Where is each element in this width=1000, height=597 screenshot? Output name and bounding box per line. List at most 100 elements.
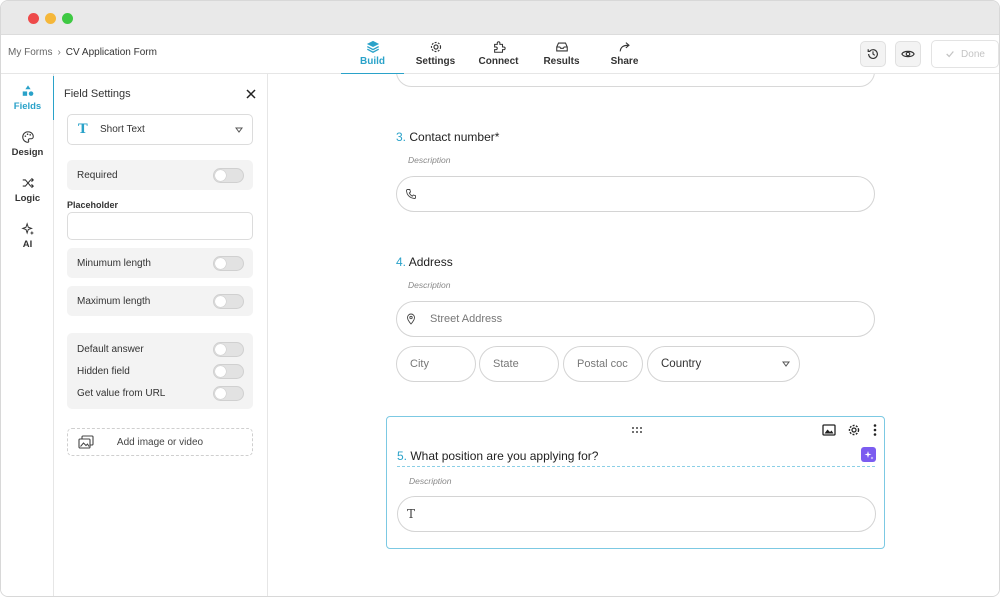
palette-icon — [21, 131, 34, 143]
tab-build[interactable]: Build — [341, 35, 404, 75]
city-placeholder: City — [410, 358, 429, 370]
location-pin-icon — [407, 313, 415, 325]
history-button[interactable] — [860, 41, 886, 67]
short-text-input-icon: T — [407, 507, 416, 521]
gear-icon[interactable] — [847, 423, 861, 437]
hidden-field-label: Hidden field — [77, 366, 130, 377]
panel-title: Field Settings — [64, 88, 131, 100]
close-window-button[interactable] — [28, 13, 39, 24]
rail-ai-label: AI — [22, 239, 33, 250]
breadcrumb-current-form: CV Application Form — [65, 47, 157, 58]
state-placeholder: State — [493, 358, 519, 370]
minimum-length-toggle[interactable] — [213, 256, 244, 271]
field-type-label: Short Text — [100, 124, 145, 135]
done-button[interactable]: Done — [931, 40, 999, 68]
question-4-description[interactable]: Description — [408, 280, 451, 290]
layers-icon — [366, 40, 379, 54]
country-select[interactable]: Country — [647, 346, 800, 382]
check-icon — [946, 51, 954, 58]
question-4-number: 4. — [396, 255, 407, 269]
main-nav-tabs: Build Settings Connect Results Share — [341, 35, 656, 75]
field-settings-panel: Field Settings T Short Text Required Pla… — [54, 74, 268, 596]
maximize-window-button[interactable] — [62, 13, 73, 24]
minimize-window-button[interactable] — [45, 13, 56, 24]
add-image-or-video-button[interactable]: Add image or video — [67, 428, 253, 456]
rail-design-label: Design — [11, 147, 44, 158]
tab-share-label: Share — [610, 56, 639, 67]
title-edit-underline — [397, 466, 875, 467]
question-5-description[interactable]: Description — [409, 476, 452, 486]
rail-fields-label: Fields — [13, 101, 42, 112]
question-3-text: Contact number* — [409, 130, 500, 144]
shuffle-icon — [22, 177, 34, 189]
placeholder-label: Placeholder — [67, 200, 119, 210]
question-3-number: 3. — [396, 130, 407, 144]
maximum-length-row: Maximum length — [67, 286, 253, 316]
tab-connect[interactable]: Connect — [467, 35, 530, 74]
done-label: Done — [961, 48, 985, 60]
phone-icon — [406, 189, 416, 199]
country-label: Country — [661, 358, 702, 370]
question-3-description[interactable]: Description — [408, 155, 451, 165]
previous-field-input[interactable] — [396, 74, 875, 87]
card-toolbar — [822, 423, 878, 437]
question-5-number: 5. — [397, 449, 408, 463]
tab-build-label: Build — [360, 56, 385, 67]
question-3-title[interactable]: 3. Contact number* — [396, 130, 499, 144]
form-canvas: 3. Contact number* Description 4. Addres… — [268, 74, 999, 596]
selected-question-card[interactable]: 5. What position are you applying for? D… — [386, 416, 885, 549]
tab-settings-label: Settings — [415, 56, 456, 67]
default-answer-label: Default answer — [77, 344, 144, 355]
required-toggle[interactable] — [213, 168, 244, 183]
window-titlebar — [1, 1, 999, 35]
left-rail: Fields Design Logic AI — [1, 74, 55, 596]
breadcrumb-my-forms[interactable]: My Forms — [8, 47, 52, 58]
maximum-length-label: Maximum length — [77, 295, 151, 307]
puzzle-icon — [493, 41, 506, 53]
question-5-title[interactable]: 5. What position are you applying for? — [397, 449, 598, 463]
placeholder-input[interactable] — [67, 212, 253, 240]
close-icon[interactable] — [245, 88, 257, 100]
tab-results[interactable]: Results — [530, 35, 593, 74]
postal-code-input[interactable]: Postal coc — [563, 346, 643, 382]
tab-results-label: Results — [543, 56, 580, 67]
ai-assist-button[interactable] — [861, 447, 876, 462]
question-4-title[interactable]: 4. Address — [396, 255, 453, 269]
contact-number-input[interactable] — [396, 176, 875, 212]
app-header: My Forms › CV Application Form Build Set… — [1, 35, 999, 75]
shapes-icon — [22, 85, 33, 96]
sparkles-icon — [864, 450, 873, 459]
tab-connect-label: Connect — [478, 56, 519, 67]
drag-handle-icon[interactable] — [631, 426, 643, 434]
tab-settings[interactable]: Settings — [404, 35, 467, 74]
tab-share[interactable]: Share — [593, 35, 656, 74]
preview-button[interactable] — [895, 41, 921, 67]
required-row: Required — [67, 160, 253, 190]
maximum-length-toggle[interactable] — [213, 294, 244, 309]
get-value-from-url-toggle[interactable] — [213, 386, 244, 401]
history-icon — [867, 49, 878, 59]
rail-item-design[interactable]: Design — [1, 122, 54, 166]
get-value-from-url-label: Get value from URL — [77, 388, 166, 399]
state-input[interactable]: State — [479, 346, 559, 382]
rail-item-logic[interactable]: Logic — [1, 168, 54, 212]
breadcrumb-separator: › — [57, 47, 61, 58]
image-icon[interactable] — [822, 423, 836, 437]
share-arrow-icon — [619, 42, 630, 52]
more-vertical-icon[interactable] — [872, 423, 878, 437]
rail-item-fields[interactable]: Fields — [1, 76, 55, 120]
position-answer-input[interactable]: T — [397, 496, 876, 532]
field-type-select[interactable]: T Short Text — [67, 114, 253, 145]
rail-logic-label: Logic — [14, 193, 41, 204]
breadcrumb: My Forms › CV Application Form — [8, 47, 157, 58]
default-answer-row: Default answer — [77, 340, 253, 360]
inbox-icon — [555, 42, 568, 52]
question-4-text: Address — [408, 255, 453, 269]
hidden-field-toggle[interactable] — [213, 364, 244, 379]
default-answer-toggle[interactable] — [213, 342, 244, 357]
rail-item-ai[interactable]: AI — [1, 214, 54, 258]
minimum-length-label: Minumum length — [77, 257, 151, 269]
minimum-length-row: Minumum length — [67, 248, 253, 278]
city-input[interactable]: City — [396, 346, 476, 382]
street-address-input[interactable]: Street Address — [396, 301, 875, 337]
